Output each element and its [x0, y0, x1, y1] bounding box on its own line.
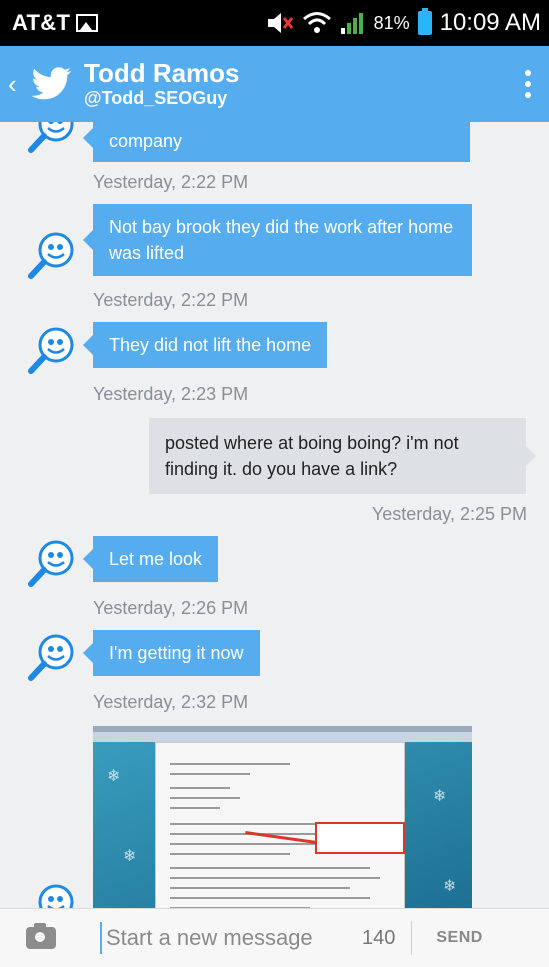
- image-attachment[interactable]: ❄ ❄ ❄ ❄: [93, 726, 472, 908]
- twitter-bird-icon[interactable]: [32, 66, 72, 102]
- message-list[interactable]: company Yesterday, 2:22 PM Not bay brook…: [0, 122, 549, 908]
- message-bubble-outgoing[interactable]: posted where at boing boing? i'm not fin…: [149, 418, 536, 494]
- message-bubble[interactable]: They did not lift the home: [82, 322, 328, 368]
- conversation-header: ‹ Todd Ramos @Todd_SEOGuy: [0, 46, 549, 122]
- message-text: Not bay brook they did the work after ho…: [109, 217, 454, 263]
- contact-handle: @Todd_SEOGuy: [84, 88, 228, 108]
- battery-icon: [417, 8, 432, 35]
- message-timestamp: Yesterday, 2:22 PM: [93, 290, 249, 310]
- message-timestamp: Yesterday, 2:26 PM: [93, 598, 249, 618]
- message-bubble[interactable]: I'm getting it now: [83, 630, 260, 676]
- status-icons: 81% 10:09 AM: [266, 8, 541, 37]
- contact-info: Todd Ramos @Todd_SEOGuy: [84, 59, 240, 109]
- screenshot-tab-strip: [93, 726, 472, 732]
- message-text: posted where at boing boing? i'm not fin…: [165, 433, 459, 479]
- avatar[interactable]: [26, 538, 76, 588]
- avatar[interactable]: [26, 882, 76, 908]
- overflow-menu-icon[interactable]: [525, 70, 531, 98]
- snowflake-decoration: ❄: [123, 848, 137, 865]
- camera-icon[interactable]: [26, 923, 56, 949]
- signal-icon: [340, 13, 363, 34]
- message-text: company: [109, 131, 183, 151]
- mute-icon: [267, 13, 293, 33]
- new-message-input[interactable]: [100, 922, 340, 954]
- message-bubble[interactable]: Let me look: [82, 536, 219, 582]
- avatar[interactable]: [26, 325, 76, 375]
- avatar[interactable]: [26, 122, 76, 154]
- carrier-label: AT&T: [12, 10, 71, 35]
- snowflake-decoration: ❄: [107, 768, 121, 785]
- status-bar: AT&T 81% 10:09 AM: [0, 0, 549, 46]
- wifi-icon: [302, 12, 331, 33]
- avatar[interactable]: [26, 230, 76, 280]
- message-text: Let me look: [109, 549, 203, 569]
- message-text: I'm getting it now: [109, 643, 244, 663]
- chevron-left-icon[interactable]: ‹: [8, 69, 30, 100]
- avatar[interactable]: [26, 632, 76, 682]
- contact-name: Todd Ramos: [84, 58, 240, 88]
- snowflake-decoration: ❄: [433, 788, 447, 805]
- snowflake-decoration: ❄: [443, 878, 457, 895]
- message-timestamp: Yesterday, 2:23 PM: [93, 384, 249, 404]
- battery-percent: 81%: [373, 12, 410, 33]
- message-text: They did not lift the home: [109, 335, 312, 355]
- message-bubble[interactable]: company: [83, 122, 470, 162]
- image-notification-icon: [76, 14, 99, 32]
- message-composer: 140 SEND: [0, 908, 549, 967]
- screenshot-callout: [315, 822, 405, 854]
- character-count: 140: [362, 926, 396, 949]
- message-bubble[interactable]: Not bay brook they did the work after ho…: [83, 204, 472, 276]
- message-timestamp: Yesterday, 2:25 PM: [371, 504, 527, 524]
- clock: 10:09 AM: [439, 9, 541, 36]
- message-timestamp: Yesterday, 2:22 PM: [93, 172, 249, 192]
- message-timestamp: Yesterday, 2:32 PM: [93, 692, 249, 712]
- send-button[interactable]: SEND: [436, 929, 482, 947]
- composer-divider: [411, 921, 413, 955]
